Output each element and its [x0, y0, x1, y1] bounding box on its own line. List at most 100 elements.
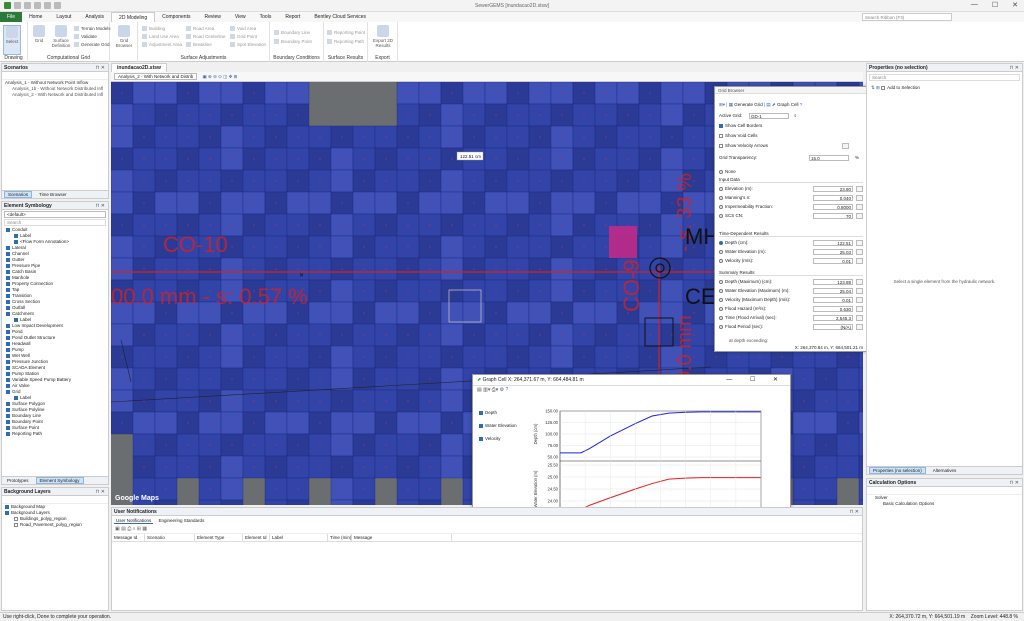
- checkbox-icon[interactable]: [6, 269, 10, 274]
- pin-icon[interactable]: ⊓ ✕: [96, 64, 105, 72]
- tab-components[interactable]: Components: [155, 12, 197, 22]
- grid-property-row[interactable]: Velocity (Maximum Depth) (m/s): 0.01: [719, 296, 863, 303]
- ellipsis-button[interactable]: [856, 323, 863, 330]
- checkbox-icon[interactable]: [6, 383, 10, 388]
- checkbox-icon[interactable]: [6, 353, 10, 358]
- ellipsis-button[interactable]: [856, 194, 863, 201]
- radio-icon[interactable]: [719, 186, 723, 191]
- tab-user-notifications[interactable]: User Notifications: [114, 518, 154, 524]
- scenario-select[interactable]: Analysis_2 - With Network and Distrib: [114, 73, 198, 80]
- checkbox-icon[interactable]: [6, 251, 10, 256]
- ellipsis-button[interactable]: [856, 314, 863, 321]
- pin-icon[interactable]: ⊓ ✕: [96, 202, 105, 210]
- checkbox-icon[interactable]: [6, 341, 10, 346]
- tab-scenarios[interactable]: Scenarios: [4, 191, 33, 198]
- tab-layout[interactable]: Layout: [49, 12, 78, 22]
- checkbox-icon[interactable]: [6, 425, 10, 430]
- column-header[interactable]: Label: [270, 534, 328, 541]
- checkbox-icon[interactable]: [14, 395, 18, 400]
- tab-file[interactable]: File: [0, 12, 23, 22]
- tab-bentley-cloud[interactable]: Bentley Cloud Services: [307, 12, 373, 22]
- tab-2d-modeling[interactable]: 2D Modeling: [111, 12, 156, 22]
- grid-toolbar-icon[interactable]: ⊞▾ | ▦: [719, 102, 733, 107]
- show-void-cells-checkbox[interactable]: Show Void Cells: [719, 132, 863, 139]
- depth-checkbox[interactable]: Depth: [479, 406, 517, 419]
- radio-icon[interactable]: [719, 258, 723, 263]
- ellipsis-button[interactable]: [856, 185, 863, 192]
- column-header[interactable]: Element Id: [243, 534, 270, 541]
- grid-button[interactable]: Grid: [30, 25, 48, 43]
- pin-icon[interactable]: ⊓ ✕: [96, 488, 105, 496]
- road-centerline-button[interactable]: Road Centerline: [186, 34, 226, 39]
- add-to-selection-checkbox[interactable]: Add to Selection: [887, 85, 920, 90]
- close-button[interactable]: ✕: [1012, 1, 1018, 9]
- select-button[interactable]: Select: [3, 25, 21, 55]
- radio-icon[interactable]: [719, 279, 723, 284]
- radio-icon[interactable]: [719, 315, 723, 320]
- pin-icon[interactable]: ⊓ ✕: [1010, 479, 1019, 487]
- grid-property-row[interactable]: SCS CN: 70: [719, 212, 863, 219]
- symbology-item[interactable]: Reporting Path: [2, 431, 108, 437]
- zoom-tools-icon[interactable]: ▣ ⊕ ⊖ ⊙ ◫ ✥ ⊞: [203, 74, 238, 79]
- checkbox-icon[interactable]: [6, 371, 10, 376]
- graph-toolbar[interactable]: ▤ ▥▾ ⎙▾ ⚙ ?: [473, 386, 790, 395]
- checkbox-icon[interactable]: [6, 293, 10, 298]
- column-header[interactable]: Scenario: [145, 534, 195, 541]
- ellipsis-button[interactable]: [856, 287, 863, 294]
- checkbox-icon[interactable]: [6, 413, 10, 418]
- radio-icon[interactable]: [719, 297, 723, 302]
- tab-home[interactable]: Home: [22, 12, 49, 22]
- ellipsis-button[interactable]: [856, 239, 863, 246]
- tab-prototypes[interactable]: Prototypes: [4, 478, 32, 483]
- grid-property-row[interactable]: Manning's n: 0.040: [719, 194, 863, 201]
- checkbox-icon[interactable]: [6, 305, 10, 310]
- checkbox-icon[interactable]: [6, 227, 10, 232]
- checkbox-icon[interactable]: [14, 239, 18, 244]
- checkbox-icon[interactable]: [14, 522, 18, 527]
- checkbox-icon[interactable]: [5, 510, 9, 515]
- checkbox-icon[interactable]: [6, 245, 10, 250]
- ribbon-search-input[interactable]: Search Ribbon (F3): [862, 13, 952, 21]
- adjustment-area-button[interactable]: Adjustment Area: [142, 42, 182, 47]
- graph-cell-icon[interactable]: | ▤ ⬈: [764, 102, 776, 107]
- properties-search-input[interactable]: Search: [869, 74, 1020, 81]
- tab-tools[interactable]: Tools: [253, 12, 279, 22]
- radio-icon[interactable]: [719, 288, 723, 293]
- checkbox-icon[interactable]: [6, 431, 10, 436]
- tab-time-browser[interactable]: Time Browser: [36, 192, 70, 197]
- checkbox-icon[interactable]: [6, 287, 10, 292]
- surface-definition-button[interactable]: Surface Definition: [50, 25, 72, 48]
- checkbox-icon[interactable]: [6, 419, 10, 424]
- checkbox-icon[interactable]: [6, 323, 10, 328]
- reporting-path-button[interactable]: Reporting Path: [327, 39, 364, 44]
- tab-engineering-standards[interactable]: Engineering Standards: [155, 518, 209, 523]
- radio-icon[interactable]: [719, 204, 723, 209]
- building-button[interactable]: Building: [142, 26, 165, 31]
- radio-icon[interactable]: [719, 240, 723, 245]
- checkbox-icon[interactable]: [14, 317, 18, 322]
- radio-icon[interactable]: [719, 169, 723, 174]
- grid-property-row[interactable]: Depth (cm): 122.51: [719, 239, 863, 246]
- checkbox-icon[interactable]: [881, 85, 886, 90]
- boundary-line-button[interactable]: Boundary Line: [274, 30, 310, 35]
- terrain-models-button[interactable]: Terrain Models: [74, 26, 111, 31]
- grid-property-row[interactable]: Time (Flood Arrival) (sec): 2,545.3: [719, 314, 863, 321]
- calc-tree-item[interactable]: Basic Calculation Options: [867, 501, 1022, 507]
- radio-icon[interactable]: [719, 249, 723, 254]
- checkbox-icon[interactable]: [6, 401, 10, 406]
- grid-property-row[interactable]: Depth (Maximum) (cm): 123.88: [719, 278, 863, 285]
- checkbox-icon[interactable]: [6, 389, 10, 394]
- road-area-button[interactable]: Road Area: [186, 26, 214, 31]
- ellipsis-button[interactable]: [856, 257, 863, 264]
- ellipsis-button[interactable]: [856, 248, 863, 255]
- show-velocity-arrows-checkbox[interactable]: Show Velocity Arrows: [719, 142, 863, 149]
- checkbox-icon[interactable]: [719, 123, 723, 128]
- checkbox-icon[interactable]: [6, 407, 10, 412]
- ellipsis-button[interactable]: [856, 296, 863, 303]
- ellipsis-button[interactable]: [856, 278, 863, 285]
- options-button[interactable]: [842, 142, 849, 149]
- export-2d-results-button[interactable]: Export 2D Results: [372, 25, 394, 48]
- grid-property-row[interactable]: Flood Period (sec): (N/A): [719, 323, 863, 330]
- tab-alternatives[interactable]: Alternatives: [930, 468, 960, 473]
- checkbox-icon[interactable]: [6, 347, 10, 352]
